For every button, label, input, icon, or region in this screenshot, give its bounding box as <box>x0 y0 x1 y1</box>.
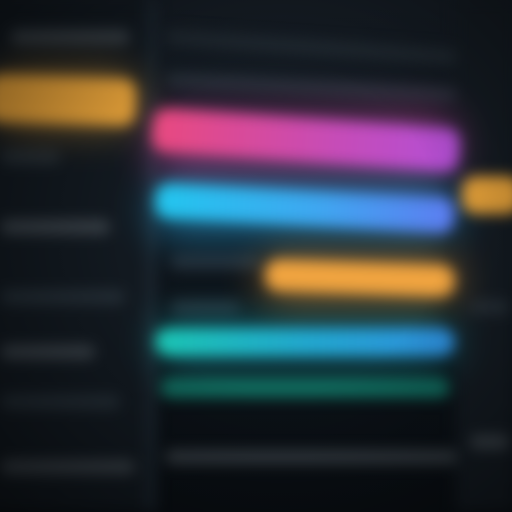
timeline-grid-row <box>170 300 240 314</box>
gantt-timeline-screen <box>0 0 512 512</box>
task-label[interactable] <box>10 30 130 44</box>
task-label[interactable] <box>0 345 95 359</box>
task-label[interactable] <box>0 290 125 304</box>
task-bar-3[interactable] <box>462 176 512 214</box>
timeline-header-row <box>164 29 466 65</box>
task-bar-6[interactable] <box>155 328 455 356</box>
task-label[interactable] <box>0 220 110 234</box>
blurred-content <box>0 0 512 512</box>
task-bar-5[interactable] <box>264 258 456 298</box>
timeline-grid-row <box>164 72 466 102</box>
task-bar-7[interactable] <box>160 378 450 398</box>
task-bar-1[interactable] <box>0 73 137 127</box>
timeline-grid-row <box>170 255 260 269</box>
task-label[interactable] <box>0 395 120 409</box>
task-label[interactable] <box>0 150 60 164</box>
task-label[interactable] <box>0 460 135 474</box>
timeline-grid-row <box>470 300 510 314</box>
sidebar-divider[interactable] <box>146 0 156 512</box>
timeline-grid-row <box>470 435 510 449</box>
timeline-grid-row <box>165 450 465 464</box>
